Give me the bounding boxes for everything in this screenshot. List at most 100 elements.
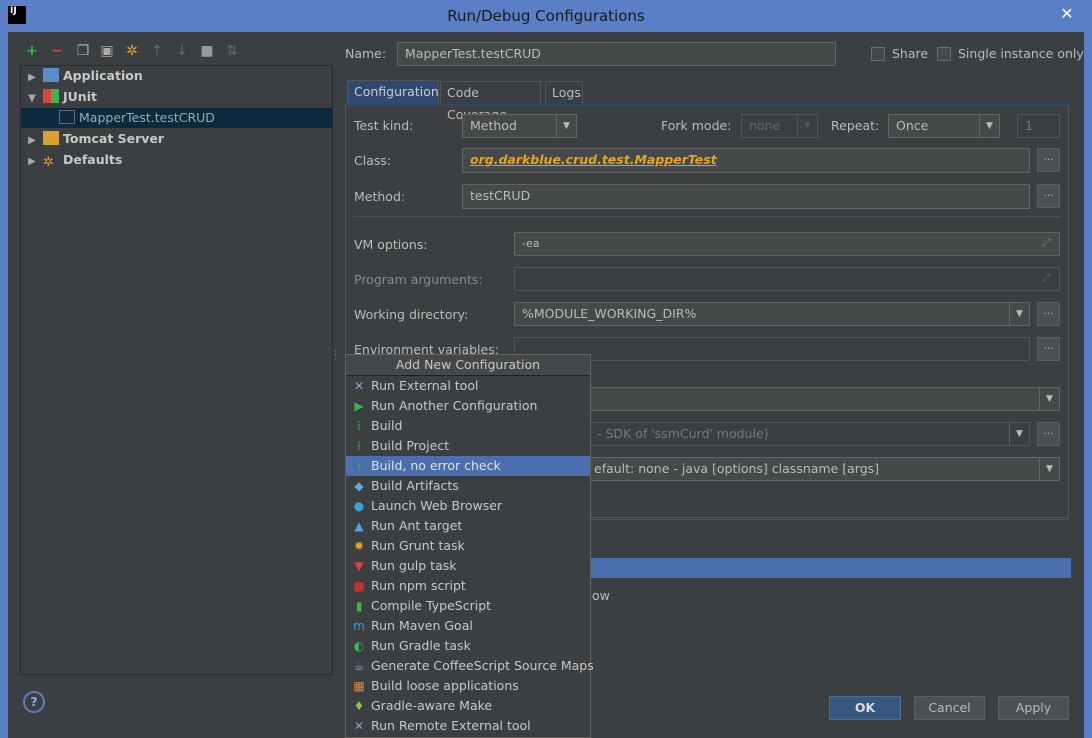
before-launch-selected-row[interactable] — [514, 558, 1071, 578]
folder-icon[interactable]: ■ — [199, 43, 215, 59]
tree-item-tomcat[interactable]: ▶ Tomcat Server — [21, 129, 332, 149]
tree-item-mappertest[interactable]: MapperTest.testCRUD — [21, 108, 332, 128]
popup-item[interactable]: ▶ Run Another Configuration — [346, 396, 590, 416]
shorten-command-line-select[interactable]: efault: none - java [options] classname … — [514, 457, 1060, 481]
splitter-handle[interactable]: · · · — [334, 348, 337, 365]
popup-item[interactable]: ✹ Run Grunt task — [346, 536, 590, 556]
working-directory-input[interactable]: %MODULE_WORKING_DIR% ▼ — [514, 302, 1030, 326]
expand-icon[interactable]: ⤢ — [1042, 271, 1051, 285]
expand-arrow-icon[interactable]: ▶ — [21, 68, 43, 88]
popup-item[interactable]: ⁞ Build — [346, 416, 590, 436]
popup-item[interactable]: ▮ Compile TypeScript — [346, 596, 590, 616]
minus-icon[interactable]: − — [49, 43, 65, 59]
typescript-icon: ▮ — [355, 599, 363, 613]
program-arguments-label: Program arguments: — [354, 272, 483, 287]
play-icon: ▶ — [354, 399, 364, 413]
build-icon: ⁞ — [357, 419, 361, 433]
share-checkbox[interactable] — [871, 47, 885, 61]
expand-icon[interactable]: ⤢ — [1042, 236, 1051, 250]
popup-item-label: Run Maven Goal — [371, 618, 473, 633]
coffee-icon: ☕ — [353, 659, 365, 673]
tab-logs[interactable]: Logs — [545, 81, 583, 105]
name-label: Name: — [345, 46, 387, 61]
popup-item-label: Build Project — [371, 438, 450, 453]
divider — [354, 216, 1060, 217]
popup-item[interactable]: ✕ Run Remote External tool — [346, 716, 590, 736]
use-module-select[interactable]: ▼ — [514, 387, 1060, 411]
fork-mode-select[interactable]: none ▼ — [741, 114, 818, 138]
popup-item[interactable]: ▦ Build loose applications — [346, 676, 590, 696]
environment-variables-input[interactable] — [514, 337, 1030, 361]
arrow-up-icon[interactable]: ↑ — [149, 43, 165, 59]
repeat-select[interactable]: Once ▼ — [888, 114, 1000, 138]
name-input[interactable]: MapperTest.testCRUD — [397, 42, 836, 66]
working-directory-browse-button[interactable]: … — [1037, 302, 1060, 326]
build-icon: ⁞ — [357, 459, 361, 473]
popup-item[interactable]: ⁞ Build Project — [346, 436, 590, 456]
class-input[interactable]: org.darkblue.crud.test.MapperTest — [462, 148, 1030, 173]
popup-item[interactable]: ♦ Gradle-aware Make — [346, 696, 590, 716]
chevron-down-icon[interactable]: ▼ — [1009, 303, 1029, 325]
save-icon[interactable]: ▣ — [99, 43, 115, 59]
popup-item-label: Build loose applications — [371, 678, 519, 693]
build-project-icon: ⁞ — [357, 439, 361, 453]
apply-button[interactable]: Apply — [998, 696, 1069, 720]
popup-item-label: Build — [371, 418, 403, 433]
repeat-label: Repeat: — [831, 118, 880, 133]
tree-item-defaults[interactable]: ▶ ✲ Defaults — [21, 150, 332, 170]
working-directory-label: Working directory: — [354, 307, 469, 322]
tree-item-application[interactable]: ▶ Application — [21, 66, 332, 86]
collapse-arrow-icon[interactable]: ▼ — [21, 89, 43, 109]
application-icon — [43, 68, 59, 82]
arrow-down-icon[interactable]: ↓ — [174, 43, 190, 59]
popup-item[interactable]: ⁞ Build, no error check — [346, 456, 590, 476]
configuration-tree: ▶ Application ▼ JUnit MapperTest.testCRUD … — [20, 65, 333, 675]
method-input[interactable]: testCRUD — [462, 184, 1030, 209]
popup-item[interactable]: ■ Run npm script — [346, 576, 590, 596]
help-button[interactable]: ? — [23, 691, 45, 713]
environment-variables-browse-button[interactable]: … — [1037, 337, 1060, 361]
ok-button[interactable]: OK — [829, 696, 901, 720]
repeat-count-input[interactable]: 1 — [1017, 114, 1060, 138]
class-label: Class: — [354, 153, 392, 168]
popup-item-label: Compile TypeScript — [371, 598, 492, 613]
cancel-button[interactable]: Cancel — [914, 696, 985, 720]
plus-icon[interactable]: + — [24, 43, 40, 59]
popup-item[interactable]: ◐ Run Gradle task — [346, 636, 590, 656]
popup-item[interactable]: ▲ Run Ant target — [346, 516, 590, 536]
popup-item-label: Run Grunt task — [371, 538, 465, 553]
wrench-icon[interactable]: ✲ — [124, 43, 140, 59]
popup-item[interactable]: ● Launch Web Browser — [346, 496, 590, 516]
popup-item[interactable]: ✕ Run External tool — [346, 376, 590, 396]
expand-arrow-icon[interactable]: ▶ — [21, 152, 43, 172]
test-kind-select[interactable]: Method ▼ — [462, 114, 577, 138]
class-browse-button[interactable]: … — [1037, 148, 1060, 172]
popup-item[interactable]: m Run Maven Goal — [346, 616, 590, 636]
tab-configuration[interactable]: Configuration — [347, 80, 439, 104]
copy-icon[interactable]: ❐ — [75, 43, 91, 59]
popup-title: Add New Configuration — [346, 355, 590, 376]
vm-options-input[interactable]: -ea — [514, 232, 1060, 256]
partial-label: ow — [592, 588, 610, 603]
vm-options-label: VM options: — [354, 237, 428, 252]
method-browse-button[interactable]: … — [1037, 184, 1060, 208]
expand-arrow-icon[interactable]: ▶ — [21, 131, 43, 151]
tree-item-junit[interactable]: ▼ JUnit — [21, 87, 332, 107]
popup-item[interactable]: ☕ Generate CoffeeScript Source Maps — [346, 656, 594, 676]
program-arguments-input[interactable] — [514, 267, 1060, 291]
loose-app-icon: ▦ — [353, 679, 365, 693]
fork-mode-label: Fork mode: — [661, 118, 732, 133]
sort-icon[interactable]: ⇅ — [224, 43, 240, 59]
popup-item-label: Generate CoffeeScript Source Maps — [371, 658, 594, 673]
close-button[interactable]: ✕ — [1052, 4, 1082, 26]
single-instance-checkbox[interactable] — [937, 47, 951, 61]
popup-item[interactable]: ◆ Build Artifacts — [346, 476, 590, 496]
popup-item[interactable]: ▼ Run gulp task — [346, 556, 590, 576]
tab-code-coverage[interactable]: Code Coverage — [440, 81, 541, 122]
popup-item-label: Build Artifacts — [371, 478, 459, 493]
jre-browse-button[interactable]: … — [1037, 422, 1060, 446]
globe-icon: ● — [353, 499, 365, 513]
wrench-icon: ✲ — [43, 155, 54, 170]
jre-select[interactable]: - SDK of 'ssmCurd' module) ▼ — [514, 422, 1030, 446]
popup-item-label: Run npm script — [371, 578, 466, 593]
